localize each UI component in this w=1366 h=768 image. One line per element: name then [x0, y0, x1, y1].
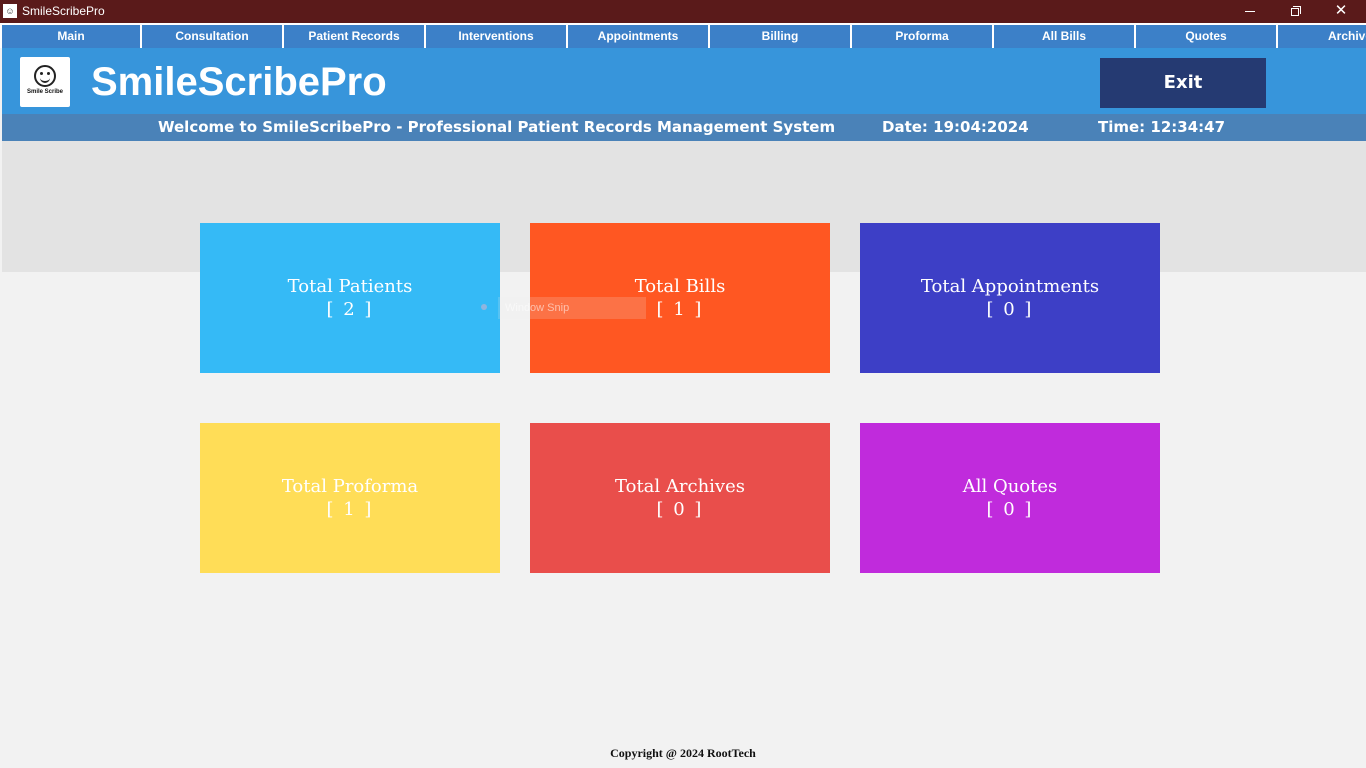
nav-proforma[interactable]: Proforma: [852, 25, 992, 48]
card-all-quotes[interactable]: All Quotes [ 0 ]: [860, 423, 1160, 573]
snip-indicator-icon: [481, 304, 487, 310]
card-total-proforma[interactable]: Total Proforma [ 1 ]: [200, 423, 500, 573]
card-count: [ 1 ]: [326, 499, 374, 520]
nav-patient-records[interactable]: Patient Records: [284, 25, 424, 48]
close-icon: ✕: [1334, 2, 1348, 19]
nav-appointments[interactable]: Appointments: [568, 25, 708, 48]
minimize-button[interactable]: [1227, 0, 1273, 23]
nav-interventions[interactable]: Interventions: [426, 25, 566, 48]
nav-all-bills[interactable]: All Bills: [994, 25, 1134, 48]
card-title: Total Patients: [287, 276, 413, 297]
card-count: [ 0 ]: [986, 499, 1034, 520]
logo-text: Smile Scribe: [26, 89, 64, 95]
current-date: Date: 19:04:2024: [882, 118, 1029, 136]
card-title: Total Proforma: [281, 476, 419, 497]
copyright-footer: Copyright @ 2024 RootTech: [610, 746, 756, 760]
nav-billing[interactable]: Billing: [710, 25, 850, 48]
smile-logo-icon: [34, 65, 56, 87]
card-title: All Quotes: [962, 476, 1058, 497]
exit-button[interactable]: Exit: [1100, 58, 1266, 108]
window-title: SmileScribePro: [22, 4, 105, 18]
restore-icon: [1290, 6, 1302, 17]
main-navigation: Main Consultation Patient Records Interv…: [0, 23, 1366, 48]
app-name-heading: SmileScribePro: [91, 60, 387, 104]
nav-consultation[interactable]: Consultation: [142, 25, 282, 48]
nav-main[interactable]: Main: [2, 25, 140, 48]
maximize-button[interactable]: [1273, 0, 1319, 23]
app-logo: Smile Scribe: [20, 57, 70, 107]
card-count: [ 0 ]: [656, 499, 704, 520]
nav-archive[interactable]: Archive: [1278, 25, 1366, 48]
window-title-bar: ☺ SmileScribePro ✕: [0, 0, 1366, 23]
card-total-appointments[interactable]: Total Appointments [ 0 ]: [860, 223, 1160, 373]
card-total-patients[interactable]: Total Patients [ 2 ]: [200, 223, 500, 373]
app-icon: ☺: [3, 4, 17, 18]
minimize-icon: [1245, 11, 1255, 13]
card-title: Total Appointments: [920, 276, 1100, 297]
app-header: Smile Scribe SmileScribePro Exit: [2, 48, 1366, 114]
window-snip-tooltip: Window Snip: [498, 297, 646, 319]
card-title: Total Archives: [615, 476, 745, 497]
card-count: [ 0 ]: [986, 299, 1034, 320]
card-count: [ 2 ]: [326, 299, 374, 320]
welcome-message: Welcome to SmileScribePro - Professional…: [158, 118, 836, 136]
card-total-archives[interactable]: Total Archives [ 0 ]: [530, 423, 830, 573]
close-button[interactable]: ✕: [1318, 0, 1364, 23]
nav-quotes[interactable]: Quotes: [1136, 25, 1276, 48]
welcome-status-bar: Welcome to SmileScribePro - Professional…: [2, 114, 1366, 141]
card-title: Total Bills: [634, 276, 726, 297]
current-time: Time: 12:34:47: [1098, 118, 1226, 136]
